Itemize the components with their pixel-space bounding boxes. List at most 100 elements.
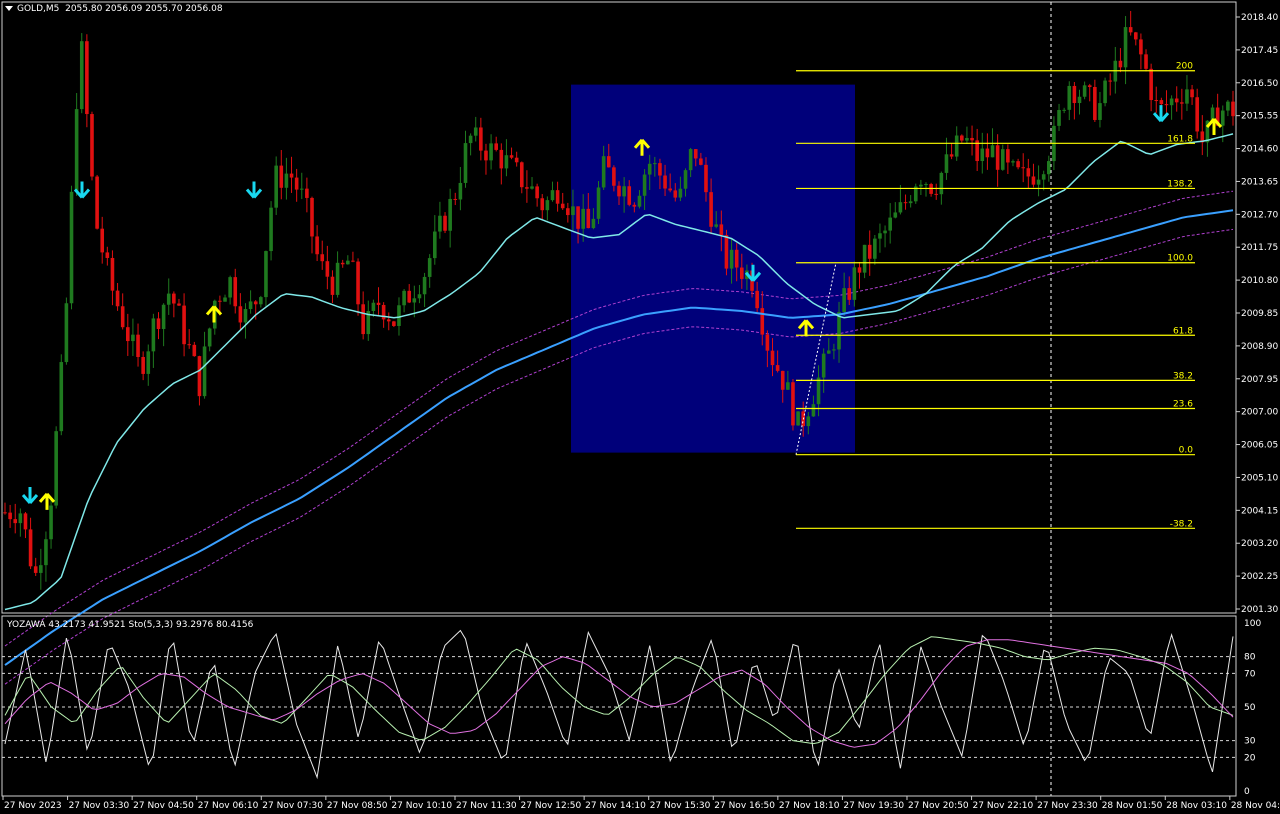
candle-body [156,318,161,329]
candle-body [637,195,642,207]
chevron-down-icon[interactable] [5,6,13,11]
candle-body [1220,110,1225,126]
candle-body [3,512,7,514]
candle-body [852,267,857,300]
candle-body [141,356,145,374]
fib-label: 23.6 [1173,400,1193,410]
candle-body [985,148,990,158]
candle-body [33,566,38,573]
candle-body [837,312,841,350]
time-tick-label: 27 Nov 11:30 [456,801,517,811]
candle-body [816,377,821,405]
candle-body [59,362,64,432]
candle-body [525,187,529,189]
candle-body [1041,174,1046,180]
candle-body [69,191,74,304]
osc-tick-label: 80 [1244,653,1256,663]
candle-body [151,318,156,352]
candle-body [1082,85,1087,97]
candle-body [550,190,555,201]
time-tick-label: 27 Nov 18:10 [779,801,840,811]
candle-body [1118,60,1123,68]
price-tick-label: 2015.55 [1241,112,1278,122]
candle-body [402,290,406,306]
candle-body [509,155,514,158]
candle-body [571,206,575,216]
candle-body [494,143,498,150]
candle-body [514,157,519,163]
candle-body [1067,85,1072,110]
candle-body [187,344,191,346]
candle-body [770,350,775,366]
candle-body [13,519,18,524]
candle-body [23,513,28,530]
candle-body [1011,161,1015,163]
candle-body [780,370,785,390]
chart-canvas: 200161.8138.2100.061.838.223.60.0-38.2 1… [0,0,1280,814]
time-tick-label: 28 Nov 01:50 [1102,801,1163,811]
candle-body [448,198,452,231]
candle-body [878,233,882,239]
fib-label: -38.2 [1170,519,1193,529]
candle-body [115,290,120,307]
candle-body [847,288,852,300]
candle-body [177,303,181,306]
candle-body [1226,101,1230,111]
candle-body [310,197,314,237]
candle-body [1174,98,1179,103]
time-tick-label: 27 Nov 22:10 [973,801,1034,811]
price-tick-label: 2011.75 [1241,243,1278,253]
candle-body [545,200,550,211]
price-tick-label: 2005.10 [1241,473,1278,483]
candle-body [519,162,524,188]
candle-body [642,174,647,196]
time-tick-label: 27 Nov 2023 [4,801,62,811]
candle-body [427,258,432,277]
candle-body [18,513,23,524]
candle-body [934,193,939,195]
candle-body [576,206,580,229]
candle-body [90,114,94,177]
candle-body [622,186,626,197]
candle-body [908,201,913,204]
time-tick-label: 27 Nov 06:10 [198,801,259,811]
candle-body [970,137,974,141]
candle-body [28,529,33,567]
candle-body [862,244,867,273]
candle-body [786,382,790,390]
candle-body [581,208,585,229]
candle-body [842,288,846,313]
candle-body [136,334,140,357]
candle-body [407,290,412,303]
time-tick-label: 27 Nov 19:30 [843,801,904,811]
candle-body [704,164,708,193]
candle-body [867,244,872,259]
candle-body [760,308,765,335]
price-tick-label: 2006.05 [1241,441,1278,451]
candle-body [289,173,294,178]
candle-body [166,293,171,305]
price-tick-label: 2001.30 [1241,605,1278,615]
candle-body [566,208,570,216]
candle-body [1036,179,1041,185]
candle-body [264,251,268,298]
candle-body [990,145,995,158]
candle-body [729,249,734,269]
candle-body [346,260,350,265]
candle-body [458,182,463,200]
time-tick-label: 27 Nov 04:50 [133,801,194,811]
candle-body [627,186,632,205]
candle-body [371,302,376,311]
candle-body [228,277,232,298]
fib-label: 0.0 [1179,446,1194,456]
candle-body [740,267,744,279]
candle-body [1164,104,1169,106]
time-tick-label: 28 Nov 03:10 [1166,801,1227,811]
candle-body [755,290,759,309]
candle-body [1006,149,1010,163]
price-tick-label: 2018.40 [1241,13,1278,23]
candle-body [44,539,48,566]
candle-body [668,188,672,191]
fib-label: 138.2 [1167,179,1193,189]
candle-body [1123,27,1128,68]
